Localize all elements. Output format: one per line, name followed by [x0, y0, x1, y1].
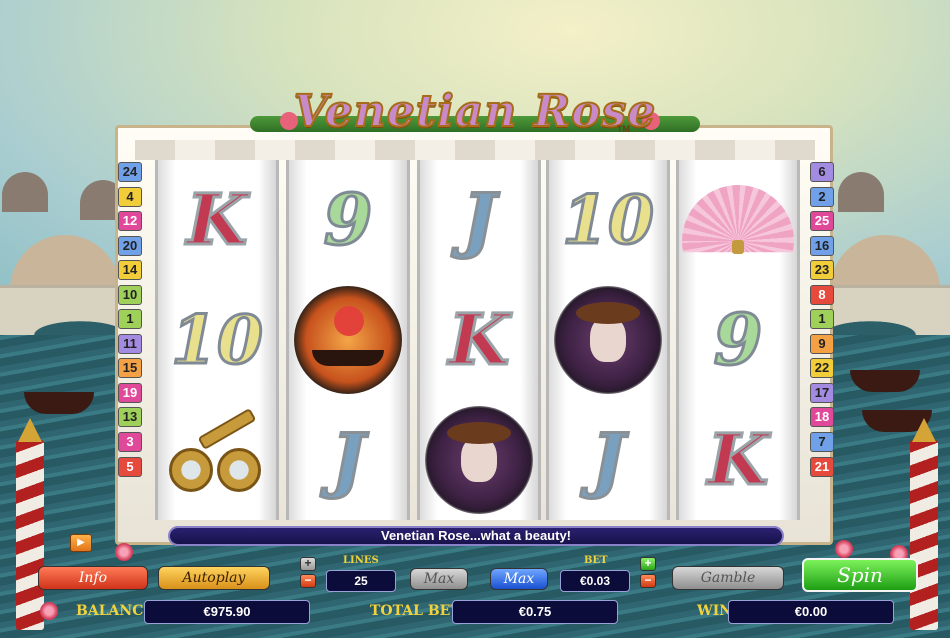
symbol-k: K [185, 178, 249, 261]
church-dome [838, 172, 884, 212]
payline-badge-right[interactable]: 8 [810, 284, 834, 305]
gondola-symbol-icon [294, 286, 402, 394]
symbol-k: K [706, 418, 770, 501]
payline-badge-left[interactable]: 13 [118, 407, 142, 428]
spin-button[interactable]: Spin [802, 558, 918, 592]
reel-symbol: K [158, 160, 276, 280]
reel-symbol [679, 160, 797, 280]
rose-decoration [40, 602, 58, 620]
payline-badge-left[interactable]: 11 [118, 333, 142, 354]
reel-2: 9J [286, 160, 410, 520]
payline-badge-right[interactable]: 17 [810, 382, 834, 403]
balance-label: BALANCE [76, 603, 155, 619]
win-label: WIN [697, 603, 733, 619]
payline-badge-left[interactable]: 4 [118, 186, 142, 207]
reel-symbol [289, 280, 407, 400]
payline-badge-right[interactable]: 9 [810, 333, 834, 354]
logo-trademark: TM [617, 124, 630, 134]
reel-symbol: K [420, 280, 538, 400]
lines-decrease-button[interactable]: − [300, 574, 316, 588]
church-dome [2, 172, 48, 212]
payline-badge-right[interactable]: 22 [810, 358, 834, 379]
bet-label: BET [584, 555, 608, 566]
reel-symbol: 10 [549, 160, 667, 280]
lines-value: 25 [326, 570, 396, 592]
speaker-icon[interactable]: ▶ [70, 534, 92, 552]
payline-badge-right[interactable]: 6 [810, 162, 834, 182]
payline-badge-right[interactable]: 16 [810, 235, 834, 256]
reel-symbol: 9 [289, 160, 407, 280]
payline-badge-right[interactable]: 7 [810, 432, 834, 453]
symbol-j: J [330, 418, 366, 501]
bet-decrease-button[interactable]: − [640, 574, 656, 588]
max-lines-button[interactable]: Max [410, 568, 468, 590]
payline-badge-right[interactable]: 18 [810, 407, 834, 428]
reel-symbol: 10 [158, 280, 276, 400]
reel-symbol: K [679, 400, 797, 520]
payline-badge-left[interactable]: 3 [118, 432, 142, 453]
payline-badge-right[interactable]: 25 [810, 211, 834, 232]
payline-badge-left[interactable]: 10 [118, 284, 142, 305]
reel-symbol [549, 280, 667, 400]
symbol-10: 10 [561, 181, 656, 259]
reel-3: JK [417, 160, 541, 520]
payline-badge-left[interactable]: 24 [118, 162, 142, 182]
payline-badge-right[interactable]: 23 [810, 260, 834, 281]
bet-increase-button[interactable]: + [640, 557, 656, 571]
reel-1: K 10 [155, 160, 279, 520]
payline-numbers-left: 24 4 12 20 14 10 1 11 15 19 13 3 5 [118, 162, 144, 481]
balance-value: €975.90 [144, 600, 310, 624]
win-value: €0.00 [728, 600, 894, 624]
reel-symbol: J [420, 160, 538, 280]
total-bet-value: €0.75 [452, 600, 618, 624]
masked-man-symbol-icon [554, 286, 662, 394]
reel-symbol: J [549, 400, 667, 520]
gondola-decoration [24, 392, 94, 414]
symbol-j: J [461, 178, 497, 261]
info-button[interactable]: Info [38, 566, 148, 590]
symbol-j: J [590, 418, 626, 501]
mooring-pole-left [16, 418, 44, 630]
payline-badge-right[interactable]: 2 [810, 186, 834, 207]
symbol-k: K [447, 298, 511, 381]
lines-label: LINES [343, 555, 379, 566]
autoplay-button[interactable]: Autoplay [158, 566, 270, 590]
reel-5: 9K [676, 160, 800, 520]
payline-badge-left[interactable]: 15 [118, 358, 142, 379]
binoculars-symbol-icon [167, 407, 267, 502]
reel-4: 10 J [546, 160, 670, 520]
symbol-9: 9 [712, 298, 764, 381]
reel-symbol [158, 400, 276, 520]
payline-badge-left[interactable]: 20 [118, 235, 142, 256]
total-bet-label: TOTAL BET [370, 603, 461, 619]
lines-increase-button[interactable]: + [300, 557, 316, 571]
gamble-button[interactable]: Gamble [672, 566, 784, 590]
symbol-10: 10 [170, 301, 265, 379]
gondola-decoration [850, 370, 920, 392]
payline-badge-left[interactable]: 1 [118, 309, 142, 330]
payline-badge-left[interactable]: 14 [118, 260, 142, 281]
rose-decoration [115, 543, 133, 561]
symbol-9: 9 [322, 178, 374, 261]
mooring-pole-right [910, 418, 938, 630]
bet-value: €0.03 [560, 570, 630, 592]
rose-decoration [835, 540, 853, 558]
reel-symbol: J [289, 400, 407, 520]
game-logo: Venetian Rose TM [250, 85, 700, 148]
masked-man-symbol-icon [425, 406, 533, 514]
reel-symbol: 9 [679, 280, 797, 400]
payline-numbers-right: 6 2 25 16 23 8 1 9 22 17 18 7 21 [810, 162, 836, 481]
message-bar: Venetian Rose...what a beauty! [168, 526, 784, 546]
payline-badge-left[interactable]: 5 [118, 456, 142, 477]
payline-badge-left[interactable]: 12 [118, 211, 142, 232]
max-bet-button[interactable]: Max [490, 568, 548, 590]
payline-badge-left[interactable]: 19 [118, 382, 142, 403]
fan-symbol-icon [682, 185, 794, 255]
reel-symbol [420, 400, 538, 520]
logo-text: Venetian Rose [293, 85, 657, 138]
payline-badge-right[interactable]: 21 [810, 456, 834, 477]
payline-badge-right[interactable]: 1 [810, 309, 834, 330]
